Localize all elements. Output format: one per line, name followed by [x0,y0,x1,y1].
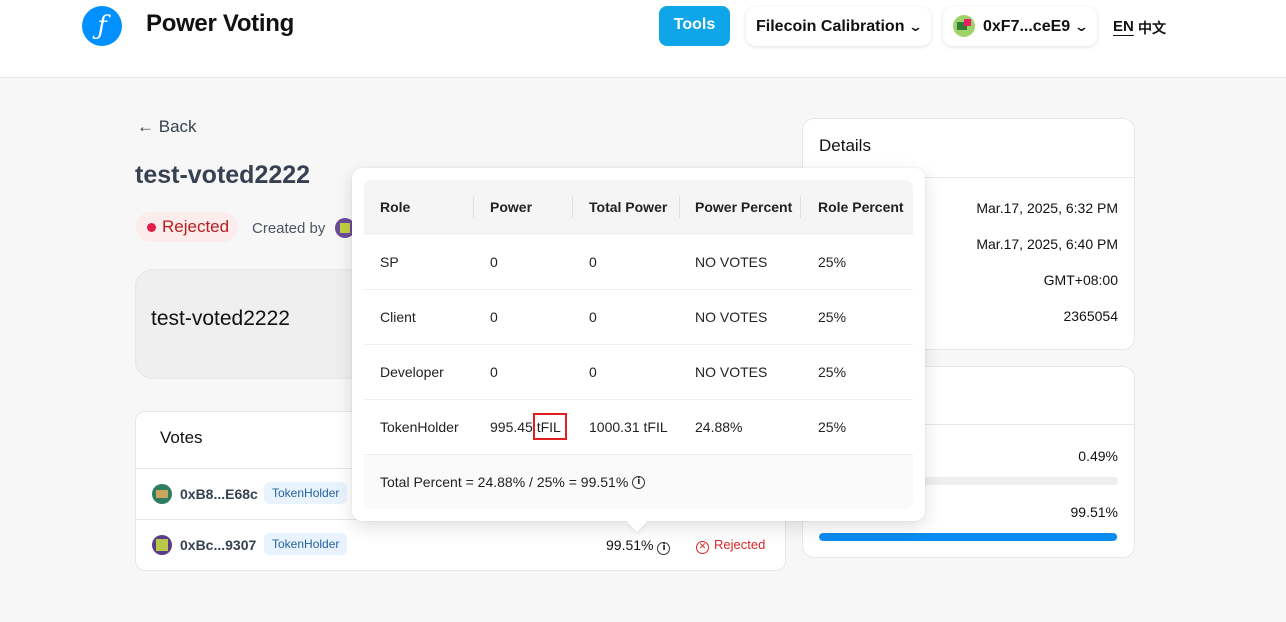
cell-role-percent: 25% [818,254,847,270]
total-percent: Total Percent = 24.88% / 25% = 99.51% i [380,455,646,509]
network-selector[interactable]: Filecoin Calibration ⌄ [746,7,931,46]
top-header: ƒ Power Voting Tools Filecoin Calibratio… [0,0,1286,78]
header-role: Role [380,198,411,215]
cell-power: 0 [490,364,498,380]
chevron-down-icon: ⌄ [908,19,924,34]
cell-role: Client [380,309,416,325]
info-icon[interactable]: i [657,542,671,555]
x-circle-icon: ✕ [696,541,709,554]
table-row: SP 0 0 NO VOTES 25% [364,235,913,290]
lang-en-button[interactable]: EN [1113,18,1134,35]
detail-timezone: GMT+08:00 [1043,272,1118,288]
voter-address[interactable]: 0xBc...9307 [180,537,256,553]
voter-avatar [152,535,172,555]
arrow-left-icon: ← [137,117,154,136]
chevron-down-icon: ⌄ [1073,19,1090,34]
cell-power: 0 [490,254,498,270]
cell-power: 0 [490,309,498,325]
result-percent: 99.51% [1070,504,1118,520]
header-total-power: Total Power [589,198,668,215]
cell-power-percent: NO VOTES [695,254,768,270]
total-percent-row: Total Percent = 24.88% / 25% = 99.51% i [364,455,913,509]
status-label: Rejected [162,217,230,236]
result-bar-fill [819,533,1117,541]
table-header: Role Power Total Power Power Percent Rol… [364,180,913,234]
header-role-percent: Role Percent [818,198,904,215]
vote-percent: 99.51% i [606,537,671,555]
vote-status-label: Rejected [714,537,766,552]
tools-button[interactable]: Tools [659,6,730,46]
app-title[interactable]: Power Voting [146,10,294,38]
votes-title: Votes [160,428,203,447]
status-badge: Rejected [136,212,238,242]
proposal-title: test-voted2222 [135,161,311,189]
result-bar [819,533,1118,541]
cell-total-power: 0 [589,254,597,270]
created-by-label: Created by [252,220,326,237]
wallet-avatar [953,15,975,37]
voter-address[interactable]: 0xB8...E68c [180,486,258,502]
cell-power-percent: 24.88% [695,419,743,435]
cell-role: TokenHolder [380,419,459,435]
column-separator [572,196,573,218]
detail-end-time: Mar.17, 2025, 6:40 PM [976,236,1118,252]
wallet-address: 0xF7...ceE9 [983,18,1071,35]
info-icon[interactable]: i [632,475,646,489]
description-text: test-voted2222 [151,307,290,330]
lang-zh-button[interactable]: 中文 [1138,18,1166,38]
power-breakdown-table: Role Power Total Power Power Percent Rol… [364,180,913,509]
filecoin-logo-icon[interactable]: ƒ [82,6,122,46]
role-tag: TokenHolder [264,482,348,504]
detail-block-height: 2365054 [1063,308,1118,324]
header-power-percent: Power Percent [695,198,793,215]
cell-total-power: 0 [589,309,597,325]
header-power: Power [490,198,533,215]
unit-highlight-box [533,413,567,440]
details-title: Details [819,136,871,155]
result-percent: 0.49% [1078,448,1118,464]
role-tag: TokenHolder [264,533,348,555]
column-separator [473,196,474,218]
vote-row: 0xBc...9307 TokenHolder 99.51% i ✕ Rejecte… [136,520,785,570]
table-row: Developer 0 0 NO VOTES 25% [364,345,913,400]
cell-role: Developer [380,364,444,380]
cell-role-percent: 25% [818,364,847,380]
network-label: Filecoin Calibration [756,18,905,35]
vote-percent-value: 99.51% [606,537,654,553]
cell-role: SP [380,254,399,270]
cell-total-power: 1000.31 tFIL [589,419,668,435]
voter-avatar [152,484,172,504]
total-percent-text: Total Percent = 24.88% / 25% = 99.51% [380,474,629,490]
cell-role-percent: 25% [818,309,847,325]
column-separator [679,196,680,218]
back-label: Back [158,117,197,136]
wallet-button[interactable]: 0xF7...ceE9 ⌄ [943,7,1097,46]
vote-status: ✕ Rejected [696,537,765,554]
back-link[interactable]: ← Back [137,117,197,137]
detail-start-time: Mar.17, 2025, 6:32 PM [976,200,1118,216]
table-row: TokenHolder 995.45 tFIL 1000.31 tFIL 24.… [364,400,913,455]
cell-total-power: 0 [589,364,597,380]
cell-power-percent: NO VOTES [695,364,768,380]
cell-role-percent: 25% [818,419,847,435]
status-dot [147,223,156,232]
cell-power-percent: NO VOTES [695,309,768,325]
table-row: Client 0 0 NO VOTES 25% [364,290,913,345]
column-separator [800,196,801,218]
